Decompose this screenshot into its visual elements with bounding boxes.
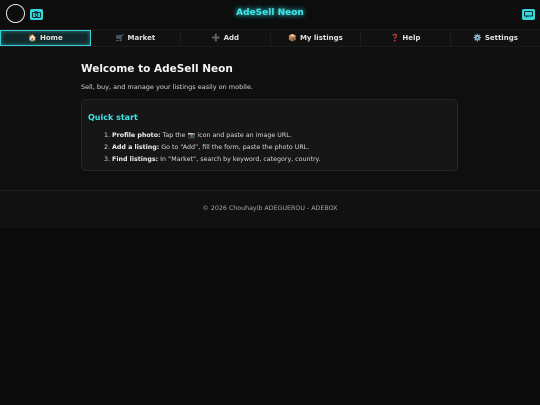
nav-tab-label: Help	[402, 34, 421, 42]
step-item: 3. Find listings: In “Market”, search by…	[104, 154, 320, 166]
top-bar: AdeSell Neon	[0, 0, 540, 29]
nav-tab-label: Add	[223, 34, 240, 42]
page-subtitle: Sell, buy, and manage your listings easi…	[81, 83, 253, 91]
quick-start-title: Quick start	[88, 113, 138, 122]
nav-tab-help[interactable]: ❓ Help	[361, 30, 451, 46]
cart-icon: 🛒	[115, 34, 125, 42]
footer-copyright: © 2026 Chouhayib ADEGUEROU - ADEBOX	[202, 205, 338, 212]
gear-icon: ⚙️	[473, 34, 482, 42]
plus-icon: ➕	[211, 34, 221, 42]
nav-tab-home[interactable]: 🏠 Home	[0, 30, 91, 46]
nav-tab-label: Settings	[484, 34, 518, 42]
step-text: icon and paste an image URL.	[195, 132, 292, 139]
step-label: Add a listing:	[112, 144, 160, 151]
question-icon: ❓	[390, 34, 400, 42]
step-label: Find listings:	[112, 156, 159, 163]
nav-tab-market[interactable]: 🛒 Market	[91, 30, 181, 46]
step-text: Go to “Add”, fill the form, paste the ph…	[159, 144, 310, 151]
page-title: Welcome to AdeSell Neon	[81, 63, 233, 75]
step-label: Profile photo:	[112, 132, 161, 139]
quick-start-card: Quick start 1. Profile photo: Tap the 📷 …	[81, 99, 458, 171]
step-item: 2. Add a listing: Go to “Add”, fill the …	[104, 142, 320, 154]
nav-tab-label: Market	[127, 34, 156, 42]
step-number: 3.	[104, 156, 111, 163]
step-text: In “Market”, search by keyword, category…	[158, 156, 321, 163]
nav-tab-my-listings[interactable]: 📦 My listings	[271, 30, 361, 46]
package-icon: 📦	[288, 34, 297, 42]
home-icon: 🏠	[28, 34, 37, 42]
main-nav: 🏠 Home 🛒 Market ➕ Add 📦 My listings ❓ He…	[0, 29, 540, 47]
step-item: 1. Profile photo: Tap the 📷 icon and pas…	[104, 130, 320, 142]
app-title: AdeSell Neon	[236, 8, 304, 18]
nav-tab-label: My listings	[299, 34, 343, 42]
nav-tab-add[interactable]: ➕ Add	[181, 30, 271, 46]
profile-avatar[interactable]	[6, 4, 25, 23]
quick-start-steps: 1. Profile photo: Tap the 📷 icon and pas…	[104, 130, 320, 166]
step-text: Tap the	[160, 132, 188, 139]
step-number: 1.	[104, 132, 111, 139]
chat-icon[interactable]	[522, 9, 535, 20]
nav-tab-label: Home	[40, 34, 63, 42]
step-number: 2.	[104, 144, 111, 151]
camera-icon[interactable]	[30, 9, 43, 20]
nav-tab-settings[interactable]: ⚙️ Settings	[451, 30, 540, 46]
